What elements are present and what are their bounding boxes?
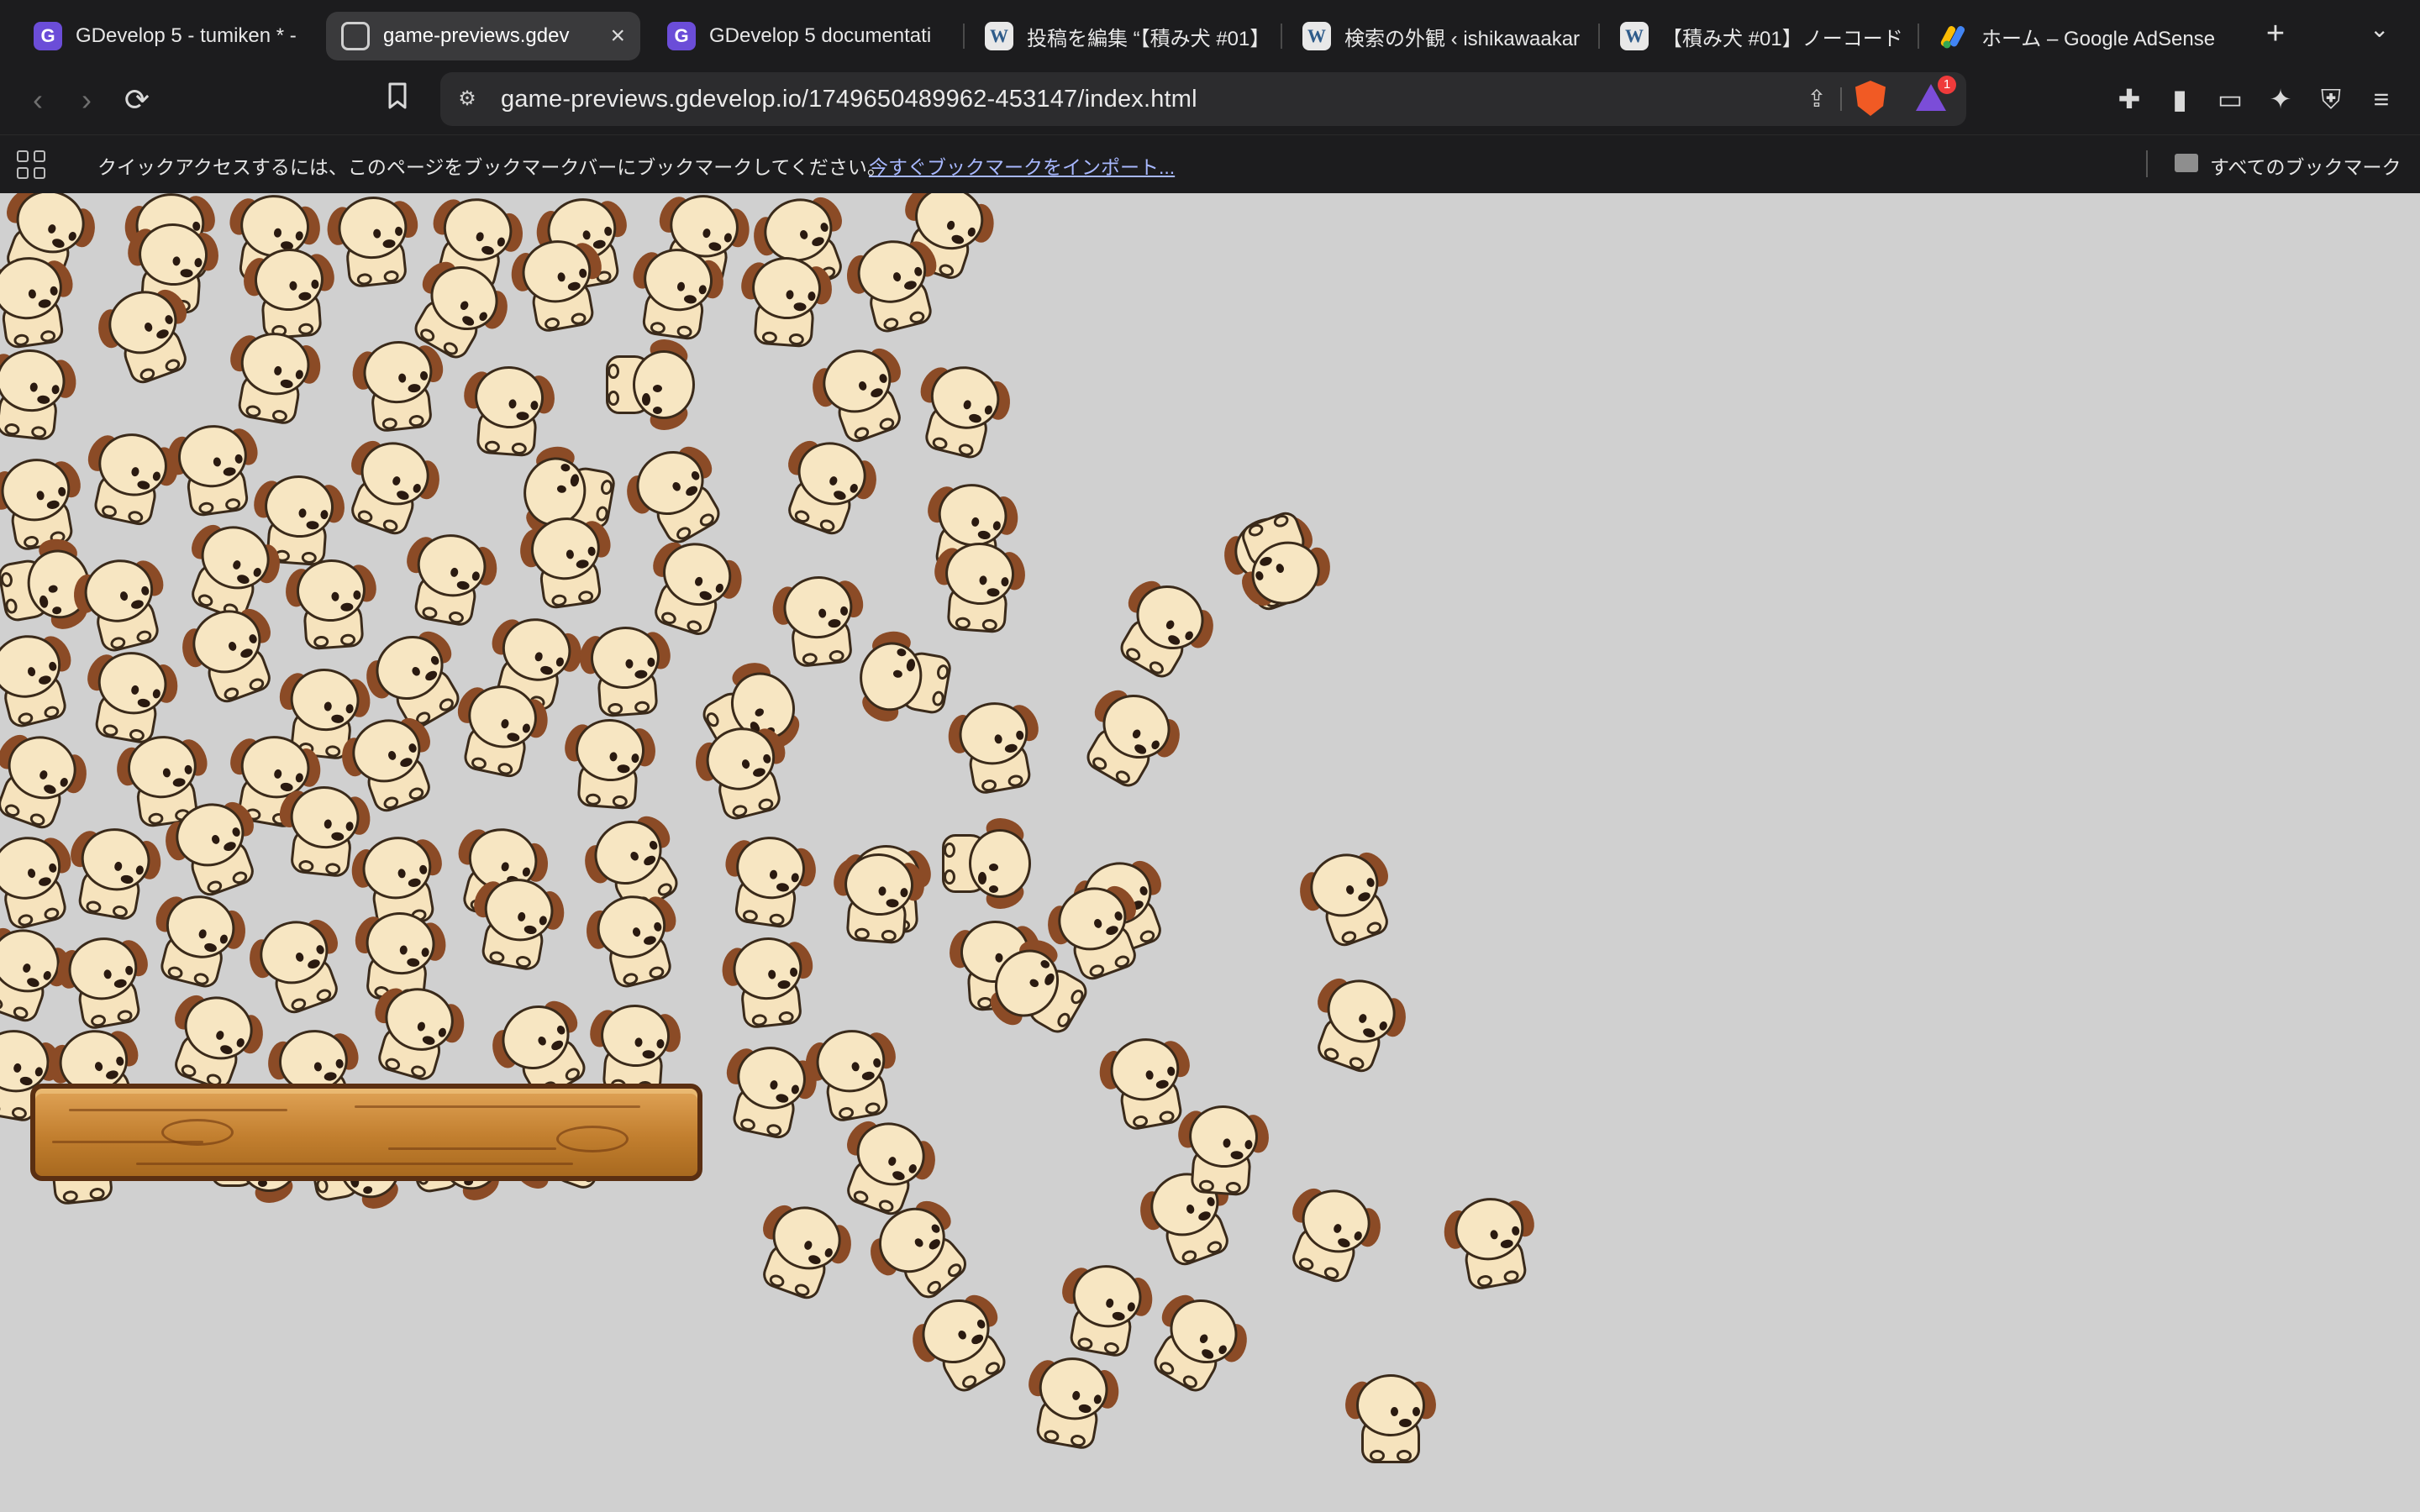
puppy-sprite <box>768 567 871 674</box>
puppy-sprite <box>514 507 619 616</box>
game-canvas[interactable] <box>0 193 2420 1512</box>
wordpress-icon: W <box>1620 22 1649 50</box>
tab-gdevelop-docs[interactable]: G GDevelop 5 documentati <box>652 12 965 60</box>
tab-title: game-previews.gdev <box>383 24 570 47</box>
tab-title: GDevelop 5 - tumiken * - <box>76 24 297 47</box>
puppy-sprite <box>716 826 821 935</box>
gdevelop-icon: G <box>667 22 696 50</box>
apps-grid-icon[interactable] <box>17 150 47 181</box>
puppy-sprite <box>847 625 959 732</box>
puppy-sprite <box>60 816 167 927</box>
wordpress-icon: W <box>1302 22 1331 50</box>
import-bookmarks-link[interactable]: 今すぐブックマークをインポート... <box>869 151 1175 180</box>
tab-game-preview[interactable]: game-previews.gdev × <box>326 12 640 60</box>
puppy-sprite <box>348 332 450 438</box>
puppy-sprite <box>929 534 1029 638</box>
puppy-sprite <box>906 351 1019 468</box>
puppy-sprite <box>718 928 820 1035</box>
bookmarks-bar: クイックアクセスするには、このページをブックマークバーにブックマークしてください… <box>0 134 2420 194</box>
wordpress-icon: W <box>985 22 1013 50</box>
site-settings-icon[interactable]: ⚙ <box>452 84 482 114</box>
puppy-sprite <box>1297 962 1417 1085</box>
puppy-sprite <box>0 340 81 447</box>
puppy-sprite <box>1438 1185 1545 1297</box>
back-arrow-icon[interactable]: ‹ <box>18 81 57 119</box>
tab-wp-edit-post[interactable]: W 投稿を編集 “【積み犬 #01】 <box>970 12 1281 60</box>
puppy-sprite <box>161 414 266 523</box>
bookmark-prompt: クイックアクセスするには、このページをブックマークバーにブックマークしてください… <box>97 156 886 178</box>
puppy-sprite <box>396 522 503 633</box>
tab-list-chevron-icon[interactable]: ⌄ <box>2370 15 2389 43</box>
puppy-sprite <box>623 238 729 347</box>
puppy-sprite <box>1093 1026 1201 1137</box>
tab-separator <box>963 24 965 49</box>
extensions-icon[interactable]: ✚ <box>2111 81 2148 118</box>
wooden-plank-platform <box>30 1084 702 1181</box>
folder-icon <box>2175 154 2198 172</box>
navigation-toolbar: ‹ › ⟳ ⚙ game-previews.gdevelop.io/174965… <box>0 66 2420 134</box>
puppy-sprite <box>1271 1172 1392 1295</box>
puppy-sprite <box>0 246 82 355</box>
puppy-sprite <box>742 1189 862 1312</box>
tab-separator <box>1598 24 1600 49</box>
sidebar-icon[interactable]: ▮ <box>2161 81 2198 118</box>
tab-adsense[interactable]: ホーム – Google AdSense <box>1924 12 2252 60</box>
menu-icon[interactable]: ≡ <box>2363 81 2400 118</box>
tab-title: 検索の外観 ‹ ishikawaakar <box>1344 27 1580 50</box>
puppy-sprite <box>323 193 425 293</box>
puppy-sprite <box>560 711 660 814</box>
puppy-sprite <box>445 672 555 786</box>
tab-separator <box>1281 24 1282 49</box>
brave-shields-icon[interactable] <box>1855 81 1886 116</box>
reload-icon[interactable]: ⟳ <box>118 81 156 119</box>
puppy-sprite <box>939 813 1036 914</box>
tab-title: ホーム – Google AdSense <box>1981 27 2216 50</box>
puppy-sprite <box>463 866 571 978</box>
puppy-sprite <box>942 690 1050 801</box>
gdevelop-icon: G <box>34 22 62 50</box>
adsense-icon <box>1939 22 1968 50</box>
tab-wp-search-appearance[interactable]: W 検索の外観 ‹ ishikawaakar <box>1287 12 1595 60</box>
puppy-sprite <box>281 551 381 654</box>
puppy-sprite <box>141 880 255 997</box>
share-icon[interactable]: ⇪ <box>1802 84 1832 114</box>
close-tab-icon[interactable]: × <box>610 22 625 50</box>
puppy-sprite <box>1065 672 1194 802</box>
puppy-sprite <box>1018 1345 1125 1457</box>
globe-icon <box>341 22 370 50</box>
tab-wp-post[interactable]: W 【積み犬 #01】ノーコードで <box>1605 12 1916 60</box>
tab-separator <box>1918 24 1919 49</box>
puppy-sprite <box>602 334 700 435</box>
puppy-sprite <box>578 880 692 997</box>
tab-title: 投稿を編集 “【積み犬 #01】 <box>1027 27 1265 50</box>
tab-gdevelop-editor[interactable]: G GDevelop 5 - tumiken * - <box>18 12 324 60</box>
puppy-sprite <box>576 618 676 722</box>
address-bar[interactable]: ⚙ game-previews.gdevelop.io/174965048996… <box>440 72 1966 126</box>
tab-strip: G GDevelop 5 - tumiken * - game-previews… <box>0 0 2420 66</box>
puppy-sprite <box>1340 1369 1441 1467</box>
bookmark-icon[interactable] <box>378 81 417 119</box>
tab-title: 【積み犬 #01】ノーコードで <box>1662 27 1901 50</box>
new-tab-button[interactable]: + <box>2255 13 2296 54</box>
all-bookmarks-button[interactable]: すべてのブックマーク <box>2210 151 2401 180</box>
vpn-shield-icon[interactable]: ⛨ <box>2312 81 2349 118</box>
puppy-sprite <box>799 1017 907 1129</box>
bookmarks-divider <box>2146 150 2148 177</box>
puppy-sprite <box>767 424 887 548</box>
forward-arrow-icon[interactable]: › <box>67 81 106 119</box>
url-text[interactable]: game-previews.gdevelop.io/1749650489962-… <box>501 86 1197 113</box>
tab-title: GDevelop 5 documentati <box>709 24 932 47</box>
puppy-sprite <box>1288 836 1408 959</box>
puppy-sprite <box>219 320 327 432</box>
wallet-icon[interactable]: ▭ <box>2212 81 2249 118</box>
omnibox-divider <box>1840 87 1842 111</box>
puppy-sprite <box>829 845 929 948</box>
leo-ai-icon[interactable]: ✦ <box>2262 81 2299 118</box>
puppy-sprite <box>505 228 613 339</box>
puppy-sprite <box>171 592 291 716</box>
rewards-badge: 1 <box>1938 76 1956 94</box>
puppy-sprite <box>736 249 836 352</box>
